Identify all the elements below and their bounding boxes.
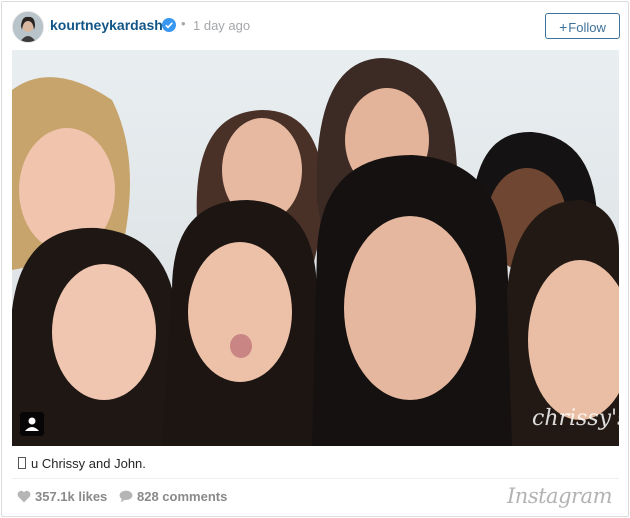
person-tag-icon[interactable] [20,412,44,436]
post-header: kourtneykardash • 1 day ago +Follow [2,2,628,50]
missing-emoji-glyph [18,457,26,469]
separator-dot: • [181,16,186,31]
post-photo[interactable]: chrissy's [12,50,619,446]
comments-label: 828 comments [137,489,228,504]
heart-icon [17,490,31,503]
comment-bubble-icon [119,490,133,503]
divider [12,478,619,479]
instagram-post-card: kourtneykardash • 1 day ago +Follow chri… [1,1,629,517]
user-avatar[interactable] [12,11,44,43]
post-timestamp[interactable]: 1 day ago [193,18,250,33]
likes-count[interactable]: 357.1k likes [17,489,107,504]
caption-text: u Chrissy and John. [31,456,146,471]
instagram-logo[interactable]: Instagram [507,484,612,508]
follow-button[interactable]: +Follow [545,13,620,39]
comments-count[interactable]: 828 comments [119,489,227,504]
post-caption: u Chrissy and John. [18,456,146,471]
photo-watermark: chrissy's [532,406,619,431]
username-link[interactable]: kourtneykardash [50,17,163,33]
likes-label: 357.1k likes [35,489,108,504]
post-footer: 357.1k likes 828 comments Instagram [2,480,628,516]
plus-icon: + [559,19,568,35]
follow-label: Follow [568,20,606,35]
photo-illustration: chrissy's [12,50,619,446]
verified-badge-icon [162,18,176,32]
